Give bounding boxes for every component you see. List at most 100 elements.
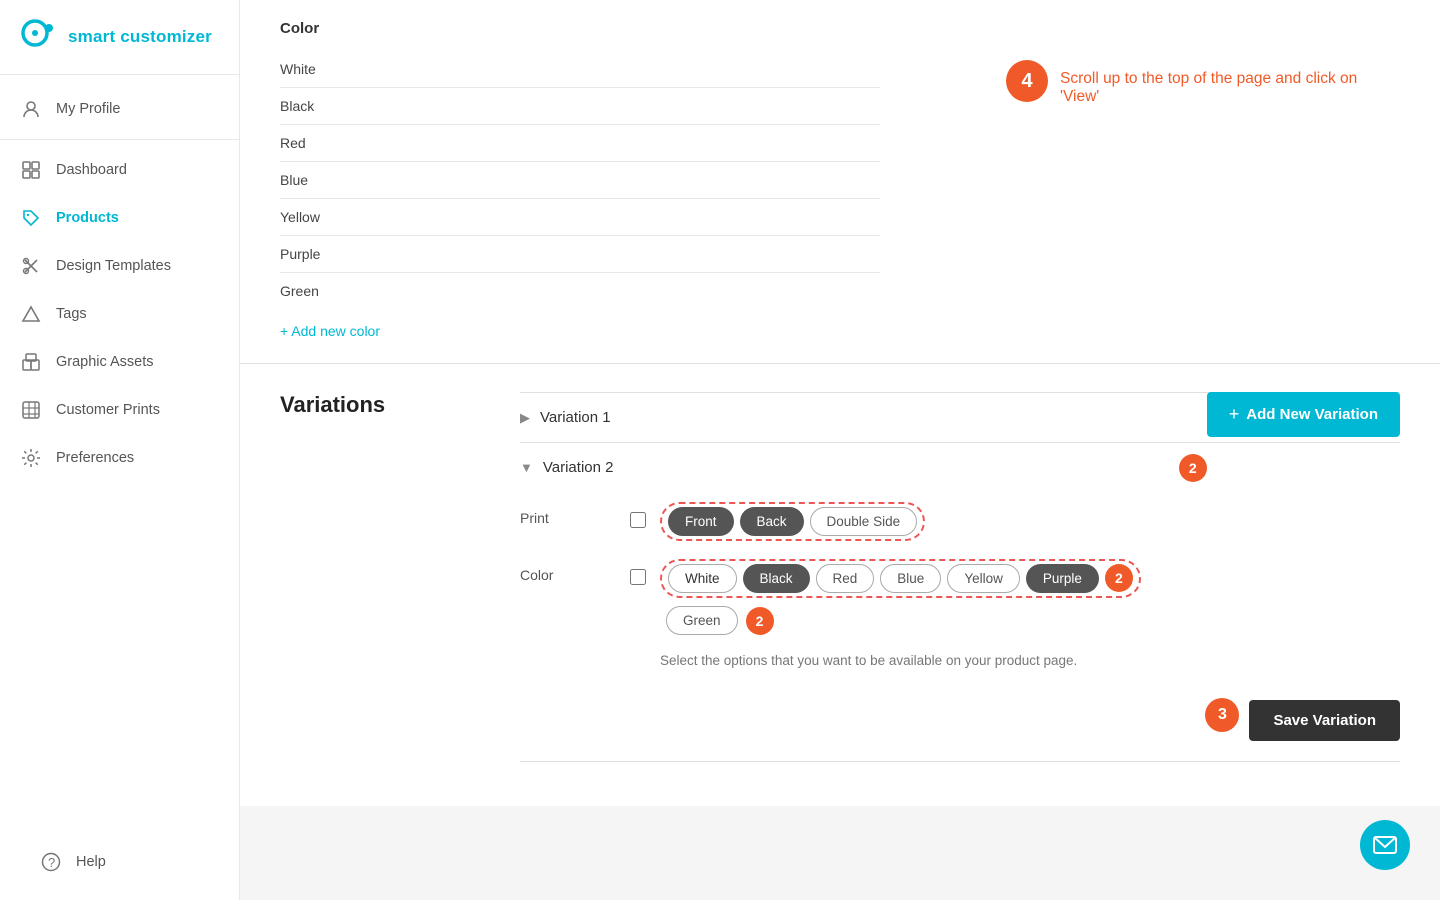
print-checkbox[interactable] — [630, 512, 646, 528]
main-content: 4 Scroll up to the top of the page and c… — [240, 0, 1440, 900]
sidebar-label-graphic-assets: Graphic Assets — [56, 354, 154, 370]
color-label-purple: Purple — [280, 246, 320, 262]
triangle-icon — [20, 303, 42, 325]
sidebar-item-products[interactable]: Products — [0, 194, 239, 242]
sidebar: smart customizer My Profile — [0, 0, 240, 900]
color-field-label: Color — [520, 559, 630, 583]
grid-icon — [20, 159, 42, 181]
variations-section: Variations + Add New Variation ▶ Variati… — [240, 364, 1440, 806]
color-row-blue: Blue — [280, 162, 880, 199]
sidebar-item-tags[interactable]: Tags — [0, 290, 239, 338]
sidebar-label-my-profile: My Profile — [56, 101, 120, 117]
option-color-yellow[interactable]: Yellow — [947, 564, 1020, 593]
option-double-side[interactable]: Double Side — [810, 507, 918, 536]
sidebar-label-customer-prints: Customer Prints — [56, 402, 160, 418]
step-2-green-badge: 2 — [746, 607, 774, 635]
option-color-white[interactable]: White — [668, 564, 737, 593]
gear-icon — [20, 447, 42, 469]
sidebar-label-tags: Tags — [56, 306, 87, 322]
chevron-down-icon: ▼ — [520, 460, 533, 475]
scissors-icon — [20, 255, 42, 277]
nav-menu: My Profile Dashboard Pr — [0, 75, 239, 824]
print-field: Print Front Back Double Side — [520, 502, 1400, 541]
color-options-selection: White Black Red Blue Yellow Purple 2 — [660, 559, 1141, 598]
option-color-green[interactable]: Green — [666, 606, 738, 635]
print-options-selection: Front Back Double Side — [660, 502, 925, 541]
plus-icon: + — [1229, 404, 1240, 425]
variations-label-col: Variations — [240, 392, 520, 418]
variation-2-body: Print Front Back Double Side — [520, 492, 1400, 761]
color-row-white: White — [280, 51, 880, 88]
step-4-badge: 4 — [1006, 60, 1048, 102]
option-color-purple[interactable]: Purple — [1026, 564, 1099, 593]
color-row-red: Red — [280, 125, 880, 162]
color-row-purple: Purple — [280, 236, 880, 273]
color-label-green: Green — [280, 283, 319, 299]
app-logo-icon — [20, 18, 58, 56]
sidebar-label-design-templates: Design Templates — [56, 258, 171, 274]
logo-container[interactable]: smart customizer — [0, 0, 239, 75]
color-label-yellow: Yellow — [280, 209, 320, 225]
nav-divider-1 — [0, 139, 239, 140]
sidebar-label-preferences: Preferences — [56, 450, 134, 466]
color-row-black: Black — [280, 88, 880, 125]
color-field: Color White Black Red Blue — [520, 559, 1400, 635]
sidebar-item-my-profile[interactable]: My Profile — [0, 85, 239, 133]
color-label-red: Red — [280, 135, 306, 151]
color-checkbox[interactable] — [630, 569, 646, 585]
sidebar-item-graphic-assets[interactable]: Graphic Assets — [0, 338, 239, 386]
add-variation-label: Add New Variation — [1246, 406, 1378, 423]
color-label-black: Black — [280, 98, 314, 114]
boxes-icon — [20, 351, 42, 373]
sidebar-bottom: ? Help — [0, 824, 239, 900]
sidebar-item-customer-prints[interactable]: Customer Prints — [0, 386, 239, 434]
variation-1-header[interactable]: ▶ Variation 1 — [520, 393, 1207, 442]
help-icon: ? — [40, 851, 62, 873]
variation-2-header[interactable]: ▼ Variation 2 — [520, 443, 1171, 492]
chevron-right-icon: ▶ — [520, 410, 530, 426]
sidebar-item-design-templates[interactable]: Design Templates — [0, 242, 239, 290]
variations-layout: Variations + Add New Variation ▶ Variati… — [240, 392, 1440, 778]
step-3-save-badge: 3 — [1205, 698, 1239, 732]
sidebar-label-products: Products — [56, 210, 119, 226]
svg-text:?: ? — [48, 855, 55, 870]
app-name: smart customizer — [68, 27, 212, 47]
variation-2-label: Variation 2 — [543, 459, 614, 476]
person-icon — [20, 98, 42, 120]
sidebar-item-preferences[interactable]: Preferences — [0, 434, 239, 482]
save-variation-button[interactable]: Save Variation — [1249, 700, 1400, 741]
option-back[interactable]: Back — [740, 507, 804, 536]
sidebar-item-help[interactable]: ? Help — [20, 838, 219, 886]
color-section-title: Color — [280, 10, 880, 51]
variations-title: Variations — [280, 392, 520, 418]
bottom-separator — [520, 761, 1400, 762]
option-color-red[interactable]: Red — [816, 564, 875, 593]
step-2-variation-badge: 2 — [1179, 454, 1207, 482]
grid2-icon — [20, 399, 42, 421]
hint-text: Select the options that you want to be a… — [660, 653, 1400, 668]
tag-icon — [20, 207, 42, 229]
variations-container: + Add New Variation ▶ Variation 1 — [520, 392, 1400, 762]
color-row-green: Green — [280, 273, 880, 309]
color-label-blue: Blue — [280, 172, 308, 188]
variation-2-item: ▼ Variation 2 2 Print — [520, 442, 1400, 761]
sidebar-label-dashboard: Dashboard — [56, 162, 127, 178]
variations-main: + Add New Variation ▶ Variation 1 — [520, 392, 1440, 778]
option-color-blue[interactable]: Blue — [880, 564, 941, 593]
sidebar-label-help: Help — [76, 854, 106, 870]
option-front[interactable]: Front — [668, 507, 734, 536]
step-2-color-badge: 2 — [1105, 564, 1133, 592]
color-row-yellow: Yellow — [280, 199, 880, 236]
email-icon — [1372, 832, 1398, 858]
sidebar-item-dashboard[interactable]: Dashboard — [0, 146, 239, 194]
callout-container: 4 Scroll up to the top of the page and c… — [1006, 60, 1360, 106]
color-label-white: White — [280, 61, 316, 77]
add-new-variation-button[interactable]: + Add New Variation — [1207, 392, 1400, 437]
add-color-link[interactable]: + Add new color — [280, 309, 380, 343]
option-color-black[interactable]: Black — [743, 564, 810, 593]
color-list: White Black Red Blue Yellow Purple — [280, 51, 880, 309]
callout-text: Scroll up to the top of the page and cli… — [1060, 60, 1360, 106]
variation-1-label: Variation 1 — [540, 409, 611, 426]
chat-fab-button[interactable] — [1360, 820, 1410, 870]
print-field-label: Print — [520, 502, 630, 526]
